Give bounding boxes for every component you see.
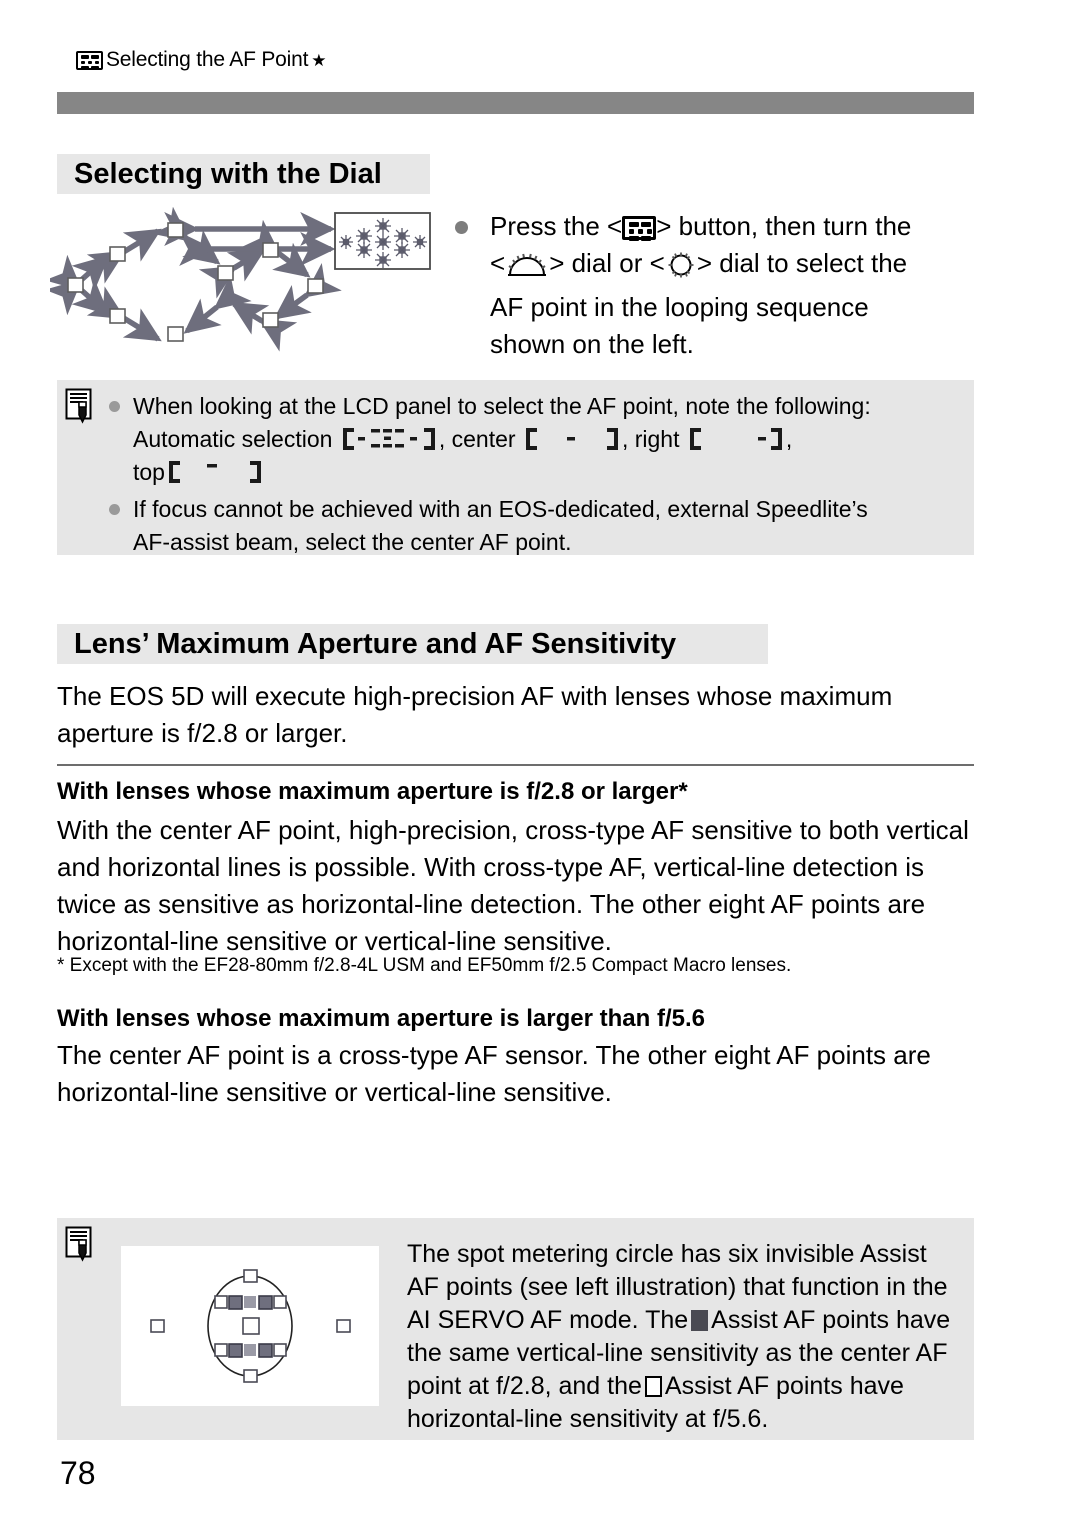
af-point-selection-icon	[622, 216, 657, 241]
spot-metering-circle-diagram	[121, 1246, 379, 1406]
instruction-part-f: AF point in the looping sequence	[490, 292, 869, 322]
main-dial-icon	[506, 252, 548, 289]
note-lcd-lead: When looking at the LCD panel to select …	[133, 393, 871, 419]
note-box-spot-metering: The spot metering circle has six invisib…	[57, 1218, 974, 1440]
section-heading-text: Lens’ Maximum Aperture and AF Sensitivit…	[74, 627, 677, 660]
note-body: When looking at the LCD panel to select …	[109, 380, 974, 555]
open-square-glyph	[644, 1376, 662, 1397]
note-bullet-2: If focus cannot be achieved with an EOS-…	[109, 493, 960, 559]
section-heading-text: Selecting with the Dial	[74, 157, 382, 190]
note-lcd-line3: top	[133, 456, 960, 489]
note-lcd-line2: Automatic selection , center , right ,	[133, 423, 960, 456]
bullet-marker	[109, 504, 120, 515]
instruction-part-c: <	[490, 248, 506, 278]
note-icon-wrapper	[57, 380, 109, 555]
page-number: 78	[60, 1455, 96, 1491]
bullet-marker	[109, 401, 120, 412]
instruction-part-b: > button, then turn the	[656, 211, 912, 241]
instruction-part-a: Press the <	[490, 211, 623, 241]
horizontal-rule	[57, 764, 974, 766]
f28-footnote: * Except with the EF28-80mm f/2.8-4L USM…	[57, 955, 792, 976]
comma-after-right: ,	[785, 426, 793, 452]
note-bullet-1: When looking at the LCD panel to select …	[109, 390, 960, 489]
f28-body-paragraph: With the center AF point, high-precision…	[57, 815, 969, 956]
header-rule-bar	[57, 92, 974, 114]
instruction-part-d: > dial or <	[549, 248, 665, 278]
af-point-looping-sequence-diagram	[44, 205, 450, 360]
note-box-lcd-panel: When looking at the LCD panel to select …	[57, 380, 974, 555]
label-top: top	[133, 459, 165, 485]
label-center: , center	[438, 426, 516, 452]
af-point-selection-icon	[76, 50, 103, 70]
note-memo-icon	[65, 1226, 92, 1262]
running-header-title: Selecting the AF Point	[106, 48, 309, 71]
filled-square-glyph	[691, 1310, 709, 1331]
label-automatic-selection: Automatic selection	[133, 426, 333, 452]
note-speedlite-line2: AF-assist beam, select the center AF poi…	[133, 529, 572, 555]
running-header: Selecting the AF Point ★	[76, 48, 326, 72]
section-heading-lens-max-aperture: Lens’ Maximum Aperture and AF Sensitivit…	[57, 624, 768, 664]
note-memo-icon	[65, 388, 92, 424]
note-speedlite-line1: If focus cannot be achieved with an EOS-…	[133, 496, 868, 522]
note-icon-wrapper	[57, 1218, 109, 1440]
instruction-part-e: > dial to select the	[696, 248, 908, 278]
lcd-glyph-center	[525, 428, 618, 450]
dial-instruction-bullet: Press the < > button, then turn the < > d…	[455, 208, 985, 363]
star-icon: ★	[311, 50, 327, 70]
subheading-f56: With lenses whose maximum aperture is la…	[57, 1005, 705, 1032]
lcd-glyph-right	[689, 428, 782, 450]
lcd-glyph-automatic-selection	[342, 428, 435, 450]
quick-control-dial-icon	[666, 251, 696, 289]
label-right: , right	[621, 426, 680, 452]
section-heading-selecting-with-dial: Selecting with the Dial	[57, 154, 430, 194]
instruction-part-g: shown on the left.	[490, 329, 694, 359]
lcd-glyph-top	[168, 461, 261, 483]
aperture-intro-paragraph: The EOS 5D will execute high-precision A…	[57, 681, 893, 748]
spot-metering-description: The spot metering circle has six invisib…	[379, 1218, 974, 1440]
f56-body-paragraph: The center AF point is a cross-type AF s…	[57, 1040, 931, 1107]
bullet-marker	[455, 221, 468, 234]
subheading-f28-or-larger: With lenses whose maximum aperture is f/…	[57, 778, 688, 805]
